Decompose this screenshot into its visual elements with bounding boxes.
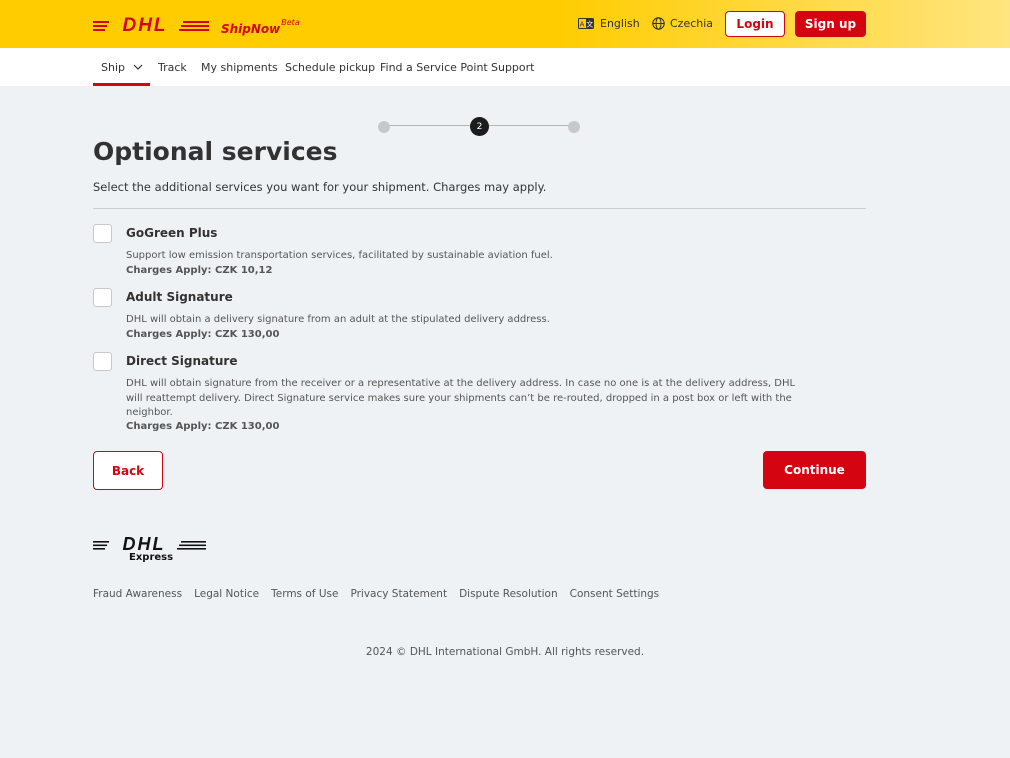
express-label: Express	[129, 552, 174, 563]
svg-text:文: 文	[586, 20, 593, 29]
country-label: Czechia	[670, 17, 714, 30]
footer-link-fraud-awareness[interactable]: Fraud Awareness	[93, 588, 182, 600]
footer-link-terms-of-use[interactable]: Terms of Use	[271, 588, 338, 600]
continue-button[interactable]: Continue	[763, 451, 866, 489]
dhl-footer-logo: DHL	[93, 534, 206, 552]
service-gogreen-plus: GoGreen Plus Support low emission transp…	[93, 224, 813, 280]
login-button[interactable]: Login	[725, 11, 785, 37]
progress-stepper: 2	[378, 117, 582, 136]
nav-my-shipments[interactable]: My shipments	[201, 48, 278, 86]
service-description: DHL will obtain a delivery signature fro…	[126, 314, 550, 325]
svg-text:DHL: DHL	[123, 534, 166, 552]
adult-signature-checkbox[interactable]	[93, 288, 112, 307]
language-label: English	[600, 17, 640, 30]
service-description: DHL will obtain signature from the recei…	[126, 378, 796, 418]
step-1-dot	[378, 121, 390, 133]
beta-badge: Beta	[281, 18, 300, 27]
country-selector[interactable]: Czechia	[652, 17, 713, 30]
footer-link-consent-settings[interactable]: Consent Settings	[570, 588, 660, 600]
service-title: GoGreen Plus	[126, 226, 218, 240]
svg-text:DHL: DHL	[122, 15, 167, 33]
globe-icon	[652, 17, 665, 30]
stepper-line	[488, 125, 574, 126]
service-charge: Charges Apply: CZK 130,00	[126, 329, 280, 340]
service-description: Support low emission transportation serv…	[126, 250, 553, 261]
service-title: Direct Signature	[126, 354, 238, 368]
language-selector[interactable]: A 文 English	[578, 17, 640, 30]
service-title: Adult Signature	[126, 290, 233, 304]
service-adult-signature: Adult Signature DHL will obtain a delive…	[93, 288, 813, 344]
dhl-logo[interactable]: DHL	[93, 15, 209, 33]
nav-support[interactable]: Support	[491, 48, 534, 86]
footer-links: Fraud Awareness Legal Notice Terms of Us…	[93, 588, 659, 600]
shipnow-label: ShipNowBeta	[221, 18, 300, 36]
page-title: Optional services	[93, 137, 338, 166]
nav-schedule-pickup[interactable]: Schedule pickup	[285, 48, 375, 86]
translate-icon: A 文	[578, 18, 594, 29]
footer-link-dispute-resolution[interactable]: Dispute Resolution	[459, 588, 558, 600]
nav-ship[interactable]: Ship	[93, 48, 150, 86]
step-3-dot	[568, 121, 580, 133]
stepper-line	[386, 125, 474, 126]
gogreen-plus-checkbox[interactable]	[93, 224, 112, 243]
direct-signature-checkbox[interactable]	[93, 352, 112, 371]
back-button[interactable]: Back	[93, 451, 163, 490]
nav-track[interactable]: Track	[158, 48, 187, 86]
chevron-down-icon	[133, 64, 143, 70]
top-header: DHL ShipNowBeta A 文 English Czechia Logi…	[0, 0, 1010, 48]
nav-find-service-point[interactable]: Find a Service Point	[380, 48, 488, 86]
signup-button[interactable]: Sign up	[795, 11, 866, 37]
service-charge: Charges Apply: CZK 130,00	[126, 421, 280, 432]
page-subtitle: Select the additional services you want …	[93, 180, 547, 194]
step-current: 2	[470, 117, 489, 136]
service-charge: Charges Apply: CZK 10,12	[126, 265, 273, 276]
divider	[93, 208, 866, 209]
copyright: 2024 © DHL International GmbH. All right…	[365, 646, 645, 658]
main-nav: Ship Track My shipments Schedule pickup …	[0, 48, 1010, 86]
service-direct-signature: Direct Signature DHL will obtain signatu…	[93, 352, 813, 436]
footer-link-privacy-statement[interactable]: Privacy Statement	[350, 588, 447, 600]
footer-link-legal-notice[interactable]: Legal Notice	[194, 588, 259, 600]
svg-text:A: A	[580, 21, 585, 29]
